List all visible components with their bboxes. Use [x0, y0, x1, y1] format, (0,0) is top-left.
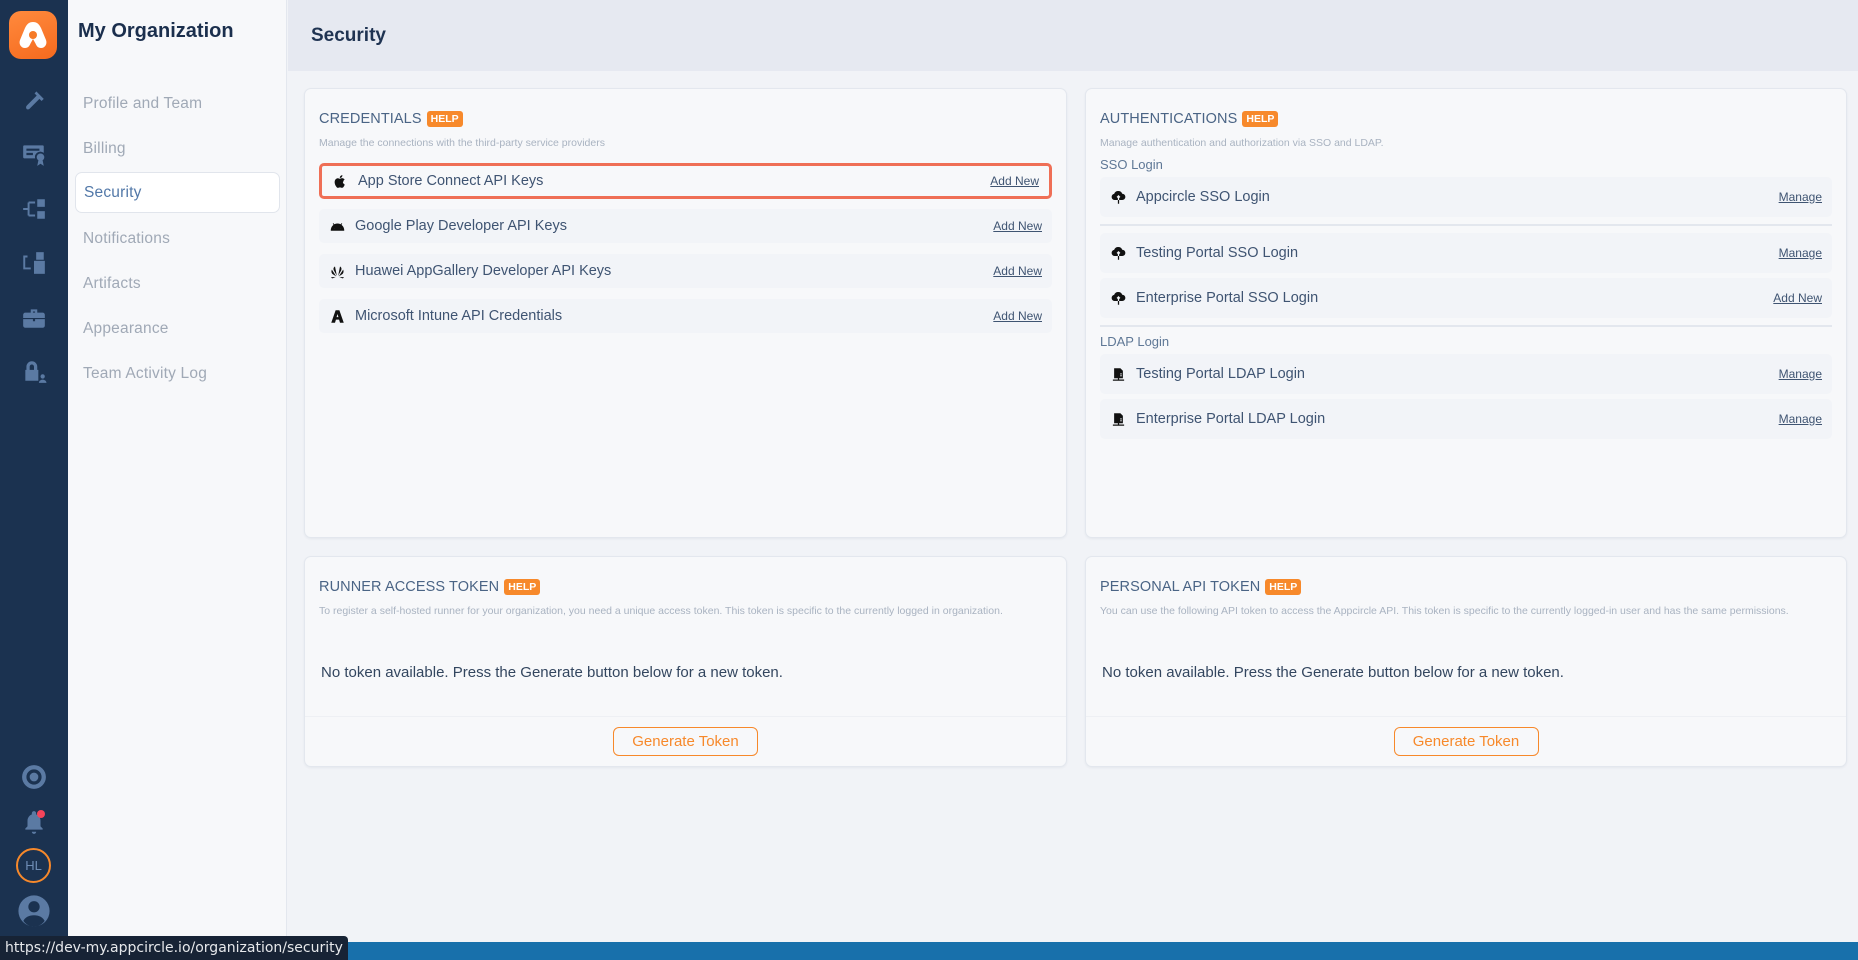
app-rail: HL — [0, 0, 68, 960]
ldap-row-enterprise-portal[interactable]: Enterprise Portal LDAP Login Manage — [1100, 399, 1832, 439]
nav-item-security[interactable]: Security — [75, 172, 280, 213]
enterprise-store-icon[interactable] — [19, 303, 49, 333]
authentications-title: AUTHENTICATIONS — [1100, 111, 1238, 127]
nav-item-billing[interactable]: Billing — [75, 128, 280, 169]
sso-label: Appcircle SSO Login — [1136, 189, 1270, 205]
sso-label: Testing Portal SSO Login — [1136, 245, 1299, 261]
manage-link[interactable]: Manage — [1779, 367, 1822, 381]
sso-label: Enterprise Portal SSO Login — [1136, 290, 1319, 306]
nav-item-artifacts[interactable]: Artifacts — [75, 263, 280, 304]
credential-label: Microsoft Intune API Credentials — [355, 308, 563, 324]
runner-token-header: RUNNER ACCESS TOKEN HELP — [319, 579, 541, 595]
personal-token-header: PERSONAL API TOKEN HELP — [1100, 579, 1302, 595]
authentications-description: Manage authentication and authorization … — [1100, 137, 1384, 149]
ldap-label: Testing Portal LDAP Login — [1136, 366, 1306, 382]
huawei-icon — [329, 263, 345, 279]
ldap-label: Enterprise Portal LDAP Login — [1136, 411, 1326, 427]
add-new-link[interactable]: Add New — [990, 174, 1039, 188]
appcircle-logo[interactable] — [9, 11, 57, 59]
build-hammer-icon[interactable] — [19, 86, 49, 116]
authentications-header: AUTHENTICATIONS HELP — [1100, 111, 1279, 127]
ldap-row-testing-portal[interactable]: Testing Portal LDAP Login Manage — [1100, 354, 1832, 394]
notifications-bell-icon[interactable] — [19, 807, 49, 837]
credential-row-google-play[interactable]: Google Play Developer API Keys Add New — [319, 209, 1052, 243]
sso-row-appcircle[interactable]: Appcircle SSO Login Manage — [1100, 177, 1832, 217]
cloud-key-icon — [1110, 290, 1126, 306]
cloud-key-icon — [1110, 189, 1126, 205]
generate-personal-token-button[interactable]: Generate Token — [1393, 727, 1539, 756]
apple-icon — [332, 173, 348, 189]
credentials-title: CREDENTIALS — [319, 111, 422, 127]
sso-row-testing-portal[interactable]: Testing Portal SSO Login Manage — [1100, 233, 1832, 273]
testing-distribution-icon[interactable] — [19, 248, 49, 278]
credential-label: Huawei AppGallery Developer API Keys — [355, 263, 612, 279]
notification-badge — [37, 810, 45, 818]
runner-token-title: RUNNER ACCESS TOKEN — [319, 579, 500, 595]
organization-title: My Organization — [78, 20, 234, 42]
runner-token-footer: Generate Token — [305, 716, 1066, 766]
ldap-login-label: LDAP Login — [1100, 334, 1170, 349]
section-divider — [1100, 325, 1832, 327]
appcircle-logo-icon — [19, 22, 47, 48]
personal-token-empty-message: No token available. Press the Generate b… — [1102, 664, 1564, 681]
personal-token-help-badge[interactable]: HELP — [1265, 579, 1302, 595]
authentications-help-badge[interactable]: HELP — [1242, 111, 1279, 127]
nav-item-team-activity-log[interactable]: Team Activity Log — [75, 353, 280, 394]
manage-link[interactable]: Manage — [1779, 412, 1822, 426]
personal-token-footer: Generate Token — [1086, 716, 1846, 766]
credentials-help-badge[interactable]: HELP — [426, 111, 463, 127]
credential-row-microsoft-intune[interactable]: Microsoft Intune API Credentials Add New — [319, 299, 1052, 333]
server-network-icon — [1110, 411, 1126, 427]
manage-link[interactable]: Manage — [1779, 190, 1822, 204]
cloud-key-icon — [1110, 245, 1126, 261]
manage-link[interactable]: Manage — [1779, 246, 1822, 260]
sso-row-enterprise-portal[interactable]: Enterprise Portal SSO Login Add New — [1100, 278, 1832, 318]
runner-token-help-badge[interactable]: HELP — [504, 579, 541, 595]
add-new-link[interactable]: Add New — [1773, 291, 1822, 305]
link-hover-url: https://dev-my.appcircle.io/organization… — [0, 936, 348, 960]
credential-label: Google Play Developer API Keys — [355, 218, 567, 234]
credential-row-app-store-connect[interactable]: App Store Connect API Keys Add New — [319, 163, 1052, 199]
credentials-card: CREDENTIALS HELP Manage the connections … — [304, 88, 1067, 538]
personal-api-token-card: PERSONAL API TOKEN HELP You can use the … — [1085, 556, 1847, 767]
credentials-description: Manage the connections with the third-pa… — [319, 137, 605, 149]
user-avatar-icon[interactable] — [16, 893, 52, 929]
user-initials-avatar[interactable]: HL — [16, 848, 51, 883]
section-divider — [1100, 224, 1832, 226]
nav-item-notifications[interactable]: Notifications — [75, 218, 280, 259]
runner-token-description: To register a self-hosted runner for you… — [319, 605, 1003, 617]
android-icon — [329, 218, 345, 234]
server-network-icon — [1110, 366, 1126, 382]
personal-token-title: PERSONAL API TOKEN — [1100, 579, 1261, 595]
add-new-link[interactable]: Add New — [993, 219, 1042, 233]
page-title: Security — [311, 25, 386, 46]
add-new-link[interactable]: Add New — [993, 264, 1042, 278]
add-new-link[interactable]: Add New — [993, 309, 1042, 323]
nav-item-profile-and-team[interactable]: Profile and Team — [75, 83, 280, 124]
page-header: Security — [288, 0, 1858, 71]
personal-token-description: You can use the following API token to a… — [1100, 605, 1789, 617]
authentications-card: AUTHENTICATIONS HELP Manage authenticati… — [1085, 88, 1847, 538]
nav-item-appearance[interactable]: Appearance — [75, 308, 280, 349]
generate-runner-token-button[interactable]: Generate Token — [613, 727, 758, 756]
credential-row-huawei[interactable]: Huawei AppGallery Developer API Keys Add… — [319, 254, 1052, 288]
distribution-icon[interactable] — [19, 194, 49, 224]
runner-token-empty-message: No token available. Press the Generate b… — [321, 664, 783, 681]
runner-access-token-card: RUNNER ACCESS TOKEN HELP To register a s… — [304, 556, 1067, 767]
organization-lock-icon[interactable] — [19, 356, 49, 386]
organization-nav: My Organization Profile and Team Billing… — [68, 0, 287, 960]
sso-login-label: SSO Login — [1100, 157, 1163, 172]
intune-icon — [329, 308, 345, 324]
credential-label: App Store Connect API Keys — [358, 173, 544, 189]
help-support-icon[interactable] — [19, 762, 49, 792]
credentials-header: CREDENTIALS HELP — [319, 111, 463, 127]
signing-certificate-icon[interactable] — [19, 139, 49, 169]
